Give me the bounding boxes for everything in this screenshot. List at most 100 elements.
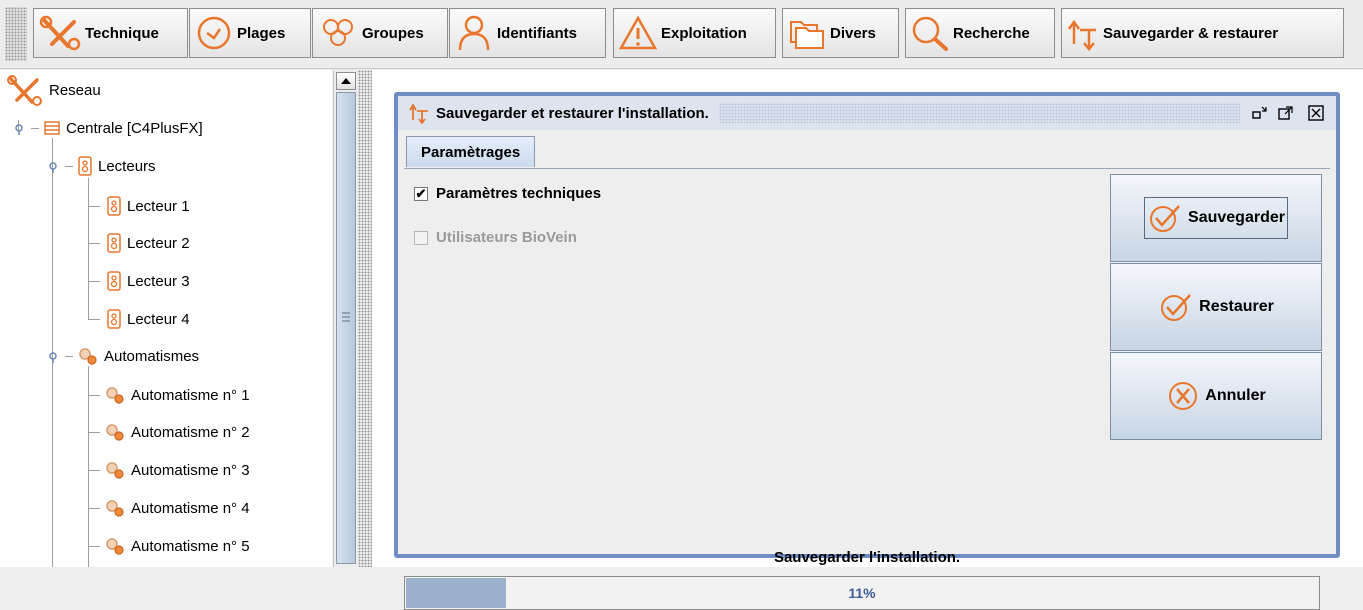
reader-icon	[107, 196, 121, 216]
toolbar-exploitation-button[interactable]: Exploitation	[613, 8, 776, 58]
gears-icon	[106, 500, 124, 517]
toolbar-recherche-button[interactable]: Recherche	[905, 8, 1055, 58]
tree-node-label: Lecteur 4	[127, 310, 190, 328]
expand-knob-icon[interactable]	[46, 349, 60, 363]
progress-bar: 11%	[404, 576, 1320, 610]
scroll-up-button[interactable]	[336, 72, 356, 90]
toolbar-recherche-label: Recherche	[953, 24, 1030, 42]
tree-node-automatismes[interactable]: Automatismes	[46, 342, 199, 370]
gears-icon	[106, 462, 124, 479]
checkbox-box[interactable]: ✔	[414, 186, 428, 201]
tree-connector	[88, 432, 100, 433]
toolbar-groupes-button[interactable]: Groupes	[312, 8, 448, 58]
tree-node-label: Automatismes	[104, 347, 200, 365]
toolbar-plages-button[interactable]: Plages	[189, 8, 311, 58]
tree-node-label: Automatisme n° 3	[131, 461, 250, 479]
folders-icon	[790, 21, 824, 49]
dialog-tabbar: Paramètrages	[404, 136, 1330, 169]
dialog-content: ✔ Paramètres techniques Utilisateurs Bio…	[404, 169, 1330, 566]
tree-node-automatisme[interactable]: Automatisme n° 5	[104, 532, 250, 560]
network-tree: Reseau Centrale [C4PlusFX] Lecteurs Lect…	[0, 70, 332, 567]
tree-node-lecteurs[interactable]: Lecteurs	[46, 152, 156, 180]
save-button[interactable]: Sauvegarder	[1110, 174, 1322, 262]
warning-icon	[618, 15, 658, 50]
tree-node-label: Centrale [C4PlusFX]	[66, 119, 203, 137]
tree-connector	[88, 206, 100, 207]
tree-node-label: Automatisme n° 2	[131, 423, 250, 441]
cancel-circle-icon	[1169, 382, 1198, 410]
reader-icon	[78, 156, 92, 176]
tree-node-label: Lecteur 1	[127, 197, 190, 215]
tree-node-centrale[interactable]: Centrale [C4PlusFX]	[12, 114, 203, 142]
expand-knob-icon[interactable]	[46, 159, 60, 173]
tree-node-lecteur[interactable]: Lecteur 4	[106, 305, 190, 333]
tree-node-lecteur[interactable]: Lecteur 3	[106, 267, 190, 295]
tree-connector	[88, 508, 100, 509]
person-icon	[458, 15, 490, 51]
close-icon[interactable]	[1306, 104, 1326, 122]
focus-indicator: Sauvegarder	[1144, 197, 1288, 239]
gears-icon	[106, 538, 124, 555]
search-icon	[912, 16, 948, 51]
progress-label: 11%	[848, 585, 876, 601]
tree-node-reseau[interactable]: Reseau	[6, 75, 101, 106]
main-toolbar: Technique Plages Groupes Identifiants Ex…	[0, 0, 1363, 70]
expand-knob-icon[interactable]	[12, 121, 26, 135]
checkbox-label: Utilisateurs BioVein	[436, 229, 577, 246]
save-restore-icon	[1067, 19, 1096, 51]
minimize-icon[interactable]	[1250, 104, 1270, 122]
toolbar-divers-button[interactable]: Divers	[782, 8, 899, 58]
toolbar-identifiants-label: Identifiants	[497, 24, 578, 42]
gears-icon	[106, 387, 124, 404]
tree-node-automatisme[interactable]: Automatisme n° 4	[104, 494, 250, 522]
status-label: Sauvegarder l'installation.	[773, 549, 961, 566]
toolbar-grip[interactable]	[5, 7, 27, 61]
arrow-up-icon	[341, 78, 351, 84]
tree-node-automatisme[interactable]: Automatisme n° 1	[104, 381, 250, 409]
tree-connector	[88, 178, 89, 320]
tree-connector	[88, 319, 100, 320]
toolbar-plages-label: Plages	[237, 24, 286, 42]
reader-icon	[107, 233, 121, 253]
toolbar-exploitation-label: Exploitation	[661, 24, 747, 42]
tools-icon	[39, 15, 81, 51]
tree-node-label: Lecteur 3	[127, 272, 190, 290]
toolbar-sauvegarder-button[interactable]: Sauvegarder & restaurer	[1061, 8, 1344, 58]
tree-scrollbar[interactable]	[333, 70, 358, 567]
save-restore-icon	[409, 103, 428, 124]
tree-connector	[88, 470, 100, 471]
tree-node-automatisme[interactable]: Automatisme n° 2	[104, 418, 250, 446]
tree-node-lecteur[interactable]: Lecteur 2	[106, 229, 190, 257]
tree-node-lecteur[interactable]: Lecteur 1	[106, 192, 190, 220]
cancel-button[interactable]: Annuler	[1110, 352, 1322, 440]
split-pane-divider[interactable]	[358, 70, 372, 567]
checkbox-box	[414, 230, 428, 245]
tab-parametrages[interactable]: Paramètrages	[406, 136, 536, 167]
controller-icon	[44, 121, 60, 135]
tree-node-label: Automatisme n° 4	[131, 499, 250, 517]
group-icon	[323, 19, 353, 46]
tree-node-automatisme[interactable]: Automatisme n° 3	[104, 456, 250, 484]
toolbar-identifiants-button[interactable]: Identifiants	[449, 8, 606, 58]
scroll-thumb[interactable]	[336, 92, 356, 564]
tree-connector	[88, 281, 100, 282]
tab-label: Paramètrages	[421, 143, 521, 161]
clock-icon	[197, 16, 231, 50]
tree-node-label: Reseau	[49, 81, 101, 99]
maximize-icon[interactable]	[1276, 104, 1296, 122]
toolbar-divers-label: Divers	[830, 24, 876, 42]
dialog-titlebar[interactable]: Sauvegarder et restaurer l'installation.	[398, 96, 1336, 130]
restore-button[interactable]: Restaurer	[1110, 263, 1322, 351]
dialog-title: Sauvegarder et restaurer l'installation.	[436, 104, 709, 122]
toolbar-technique-button[interactable]: Technique	[33, 8, 188, 58]
toolbar-separator	[0, 68, 1363, 69]
check-circle-icon	[1150, 205, 1180, 232]
save-button-label: Sauvegarder	[1188, 209, 1285, 226]
toolbar-sauvegarder-label: Sauvegarder & restaurer	[1103, 24, 1279, 42]
tools-icon	[7, 75, 42, 106]
tree-connector	[88, 243, 100, 244]
utilisateurs-biovein-checkbox: Utilisateurs BioVein	[414, 229, 577, 246]
parametres-techniques-checkbox[interactable]: ✔ Paramètres techniques	[414, 185, 601, 202]
titlebar-dots	[718, 103, 1240, 123]
toolbar-technique-label: Technique	[85, 24, 159, 42]
